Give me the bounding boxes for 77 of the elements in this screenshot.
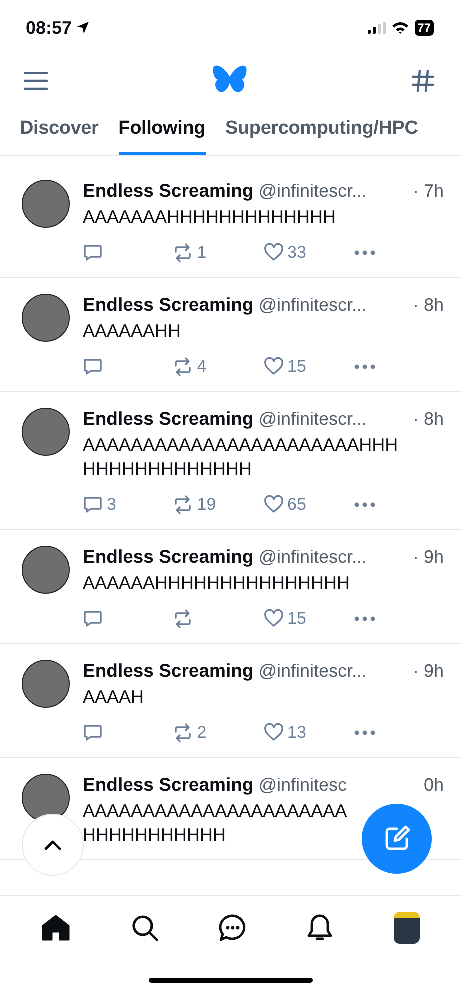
avatar[interactable]: [22, 774, 70, 822]
feed-tab[interactable]: Discover: [20, 114, 99, 155]
reply-count: 3: [107, 495, 116, 515]
heart-icon[interactable]: [264, 609, 284, 629]
reply-icon[interactable]: [83, 495, 103, 515]
clock-time: 08:57: [26, 18, 72, 38]
more-icon[interactable]: [354, 250, 376, 256]
more-icon[interactable]: [354, 616, 376, 622]
avatar[interactable]: [22, 408, 70, 456]
post-time: · 9h: [412, 547, 444, 568]
post-text: AAAAAAAAAAAAAAAAAAAAAAAHHH HHHHHHHHHHHHH: [83, 434, 398, 481]
author-name[interactable]: Endless Screaming: [83, 546, 254, 568]
author-name[interactable]: Endless Screaming: [83, 408, 254, 430]
avatar[interactable]: [22, 546, 70, 594]
bell-icon[interactable]: [307, 914, 334, 942]
like-count: 15: [288, 609, 306, 629]
more-icon[interactable]: [354, 364, 376, 370]
repost-count: 4: [197, 357, 207, 377]
author-handle: @infinitescr...: [258, 547, 367, 568]
wifi-icon: [392, 22, 409, 34]
author-handle: @infinitescr...: [258, 181, 367, 202]
post-text: AAAAH: [83, 686, 144, 709]
more-icon[interactable]: [354, 502, 376, 508]
signal-icon: [368, 22, 386, 34]
like-count: 65: [288, 495, 306, 515]
like-count: 15: [288, 357, 306, 377]
profile-avatar[interactable]: [394, 912, 420, 944]
post-text: AAAAAAAHHHHHHHHHHHHH: [83, 206, 336, 229]
more-icon[interactable]: [354, 730, 376, 736]
reply-icon[interactable]: [83, 357, 103, 377]
post-time: · 9h: [412, 661, 444, 682]
edit-icon: [383, 825, 411, 853]
author-handle: @infinitesc: [258, 775, 347, 796]
search-icon[interactable]: [130, 914, 159, 942]
repost-icon[interactable]: [173, 243, 194, 263]
location-arrow-icon: [76, 21, 90, 35]
avatar[interactable]: [22, 180, 70, 228]
battery-level: 77: [414, 20, 434, 36]
author-name[interactable]: Endless Screaming: [83, 180, 254, 202]
author-handle: @infinitescr...: [258, 295, 367, 316]
like-count: 33: [288, 243, 306, 263]
heart-icon[interactable]: [264, 723, 284, 743]
avatar[interactable]: [22, 660, 70, 708]
post-text: AAAAAAHH: [83, 320, 182, 343]
repost-count: 19: [197, 495, 216, 515]
heart-icon[interactable]: [264, 357, 284, 377]
hashtag-icon[interactable]: [412, 70, 434, 92]
post-time: · 7h: [412, 181, 444, 202]
chevron-up-icon: [44, 840, 62, 850]
author-name[interactable]: Endless Screaming: [83, 774, 254, 796]
author-name[interactable]: Endless Screaming: [83, 294, 254, 316]
author-name[interactable]: Endless Screaming: [83, 660, 254, 682]
reply-icon[interactable]: [83, 609, 103, 629]
reply-icon[interactable]: [83, 723, 103, 743]
menu-icon[interactable]: [24, 72, 48, 90]
repost-icon[interactable]: [173, 495, 194, 515]
chat-icon[interactable]: [218, 914, 247, 942]
repost-icon[interactable]: [173, 357, 194, 377]
repost-count: 1: [197, 243, 207, 263]
post-text: AAAAAAAAAAAAAAAAAAAAAA HHHHHHHHHHH: [83, 800, 346, 847]
heart-icon[interactable]: [264, 495, 284, 515]
repost-icon[interactable]: [173, 723, 194, 743]
post-time: 0h: [424, 775, 444, 796]
author-handle: @infinitescr...: [258, 409, 367, 430]
feed-tab[interactable]: Following: [118, 114, 206, 155]
reply-icon[interactable]: [83, 243, 103, 263]
avatar[interactable]: [22, 294, 70, 342]
post-text: AAAAAAHHHHHHHHHHHHHHH: [83, 572, 350, 595]
post-time: · 8h: [412, 409, 444, 430]
home-icon[interactable]: [42, 915, 70, 941]
like-count: 13: [288, 723, 306, 743]
post-time: · 8h: [412, 295, 444, 316]
heart-icon[interactable]: [264, 243, 284, 263]
repost-count: 2: [197, 723, 207, 743]
feed-tab[interactable]: Supercomputing/HPC: [226, 114, 418, 155]
repost-icon[interactable]: [173, 609, 194, 629]
author-handle: @infinitescr...: [258, 661, 367, 682]
